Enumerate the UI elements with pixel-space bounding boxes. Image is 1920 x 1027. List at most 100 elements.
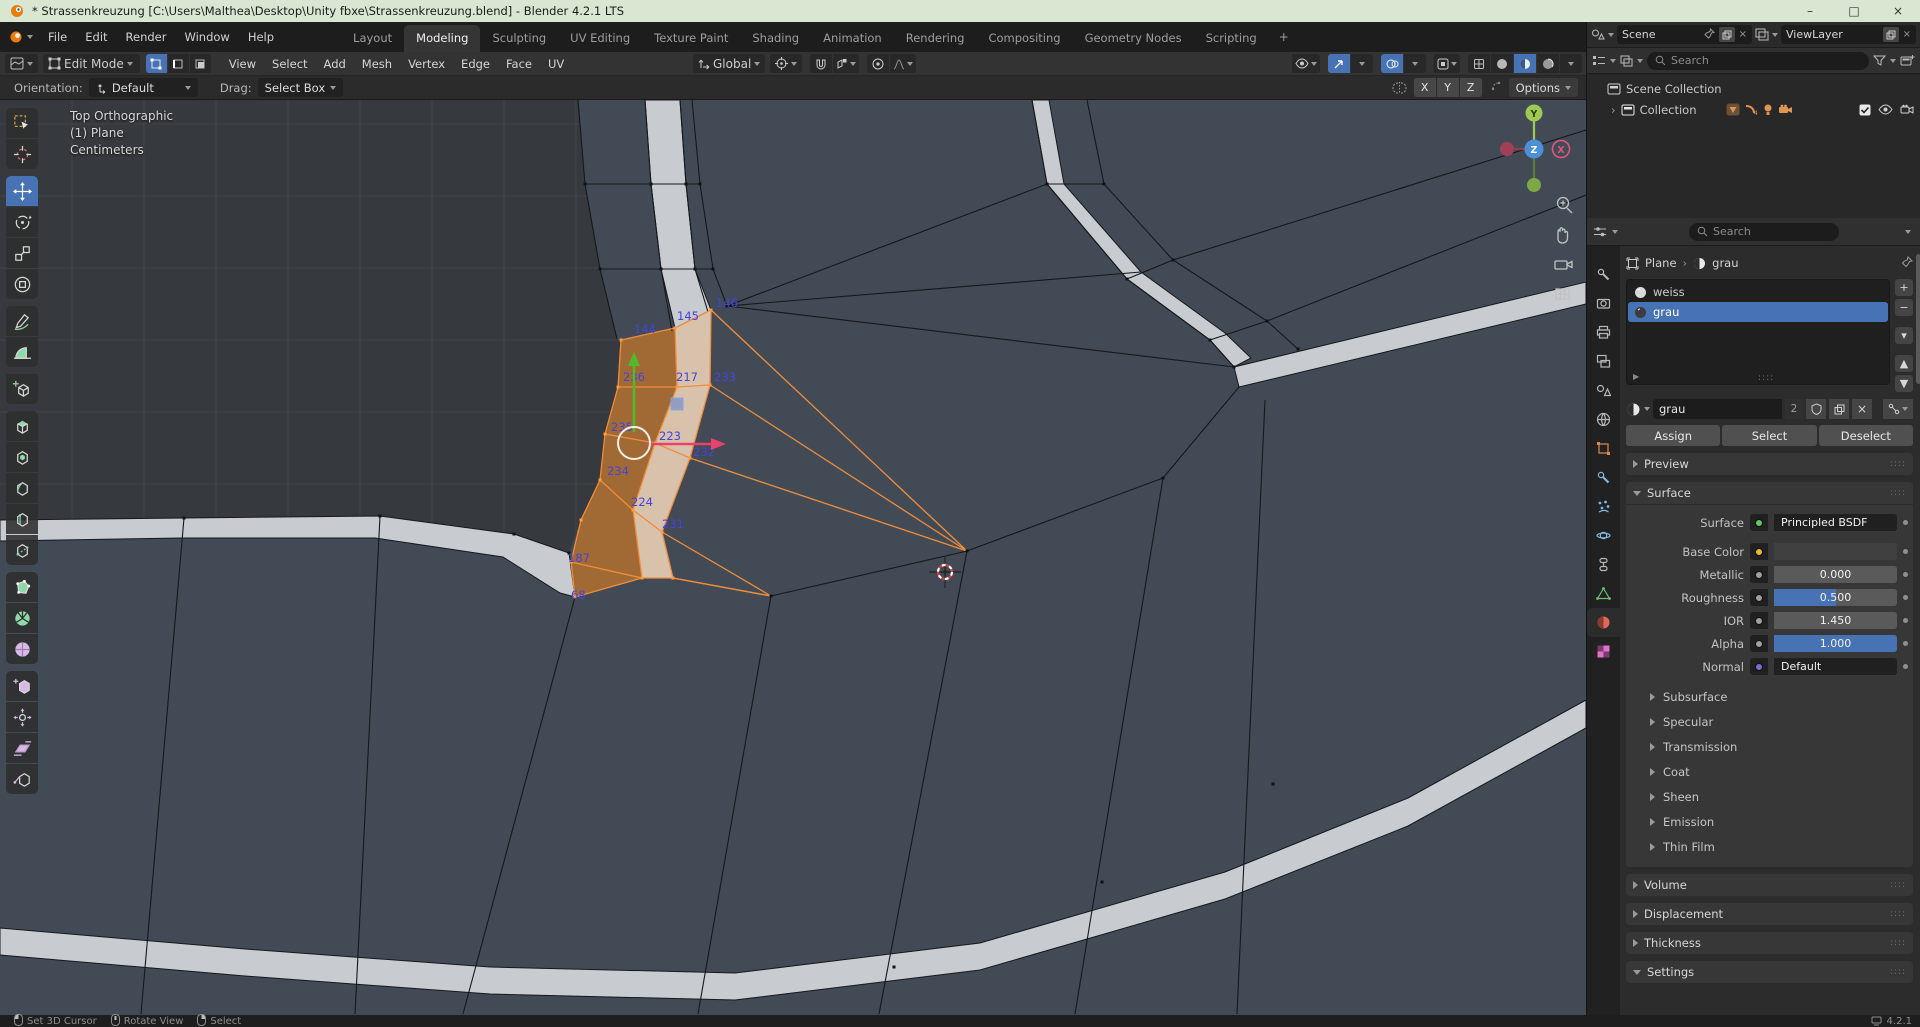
maximize-button[interactable]: □ (1832, 0, 1876, 22)
menu-window[interactable]: Window (175, 26, 238, 48)
tab-uv-editing[interactable]: UV Editing (558, 25, 642, 52)
slot-specials-button[interactable]: ▾ (1895, 327, 1913, 344)
tool-inset-faces[interactable] (6, 442, 38, 472)
tab-geometry-nodes[interactable]: Geometry Nodes (1073, 25, 1194, 52)
viewport-menu-add[interactable]: Add (316, 54, 354, 74)
tool-scale[interactable] (6, 238, 38, 268)
browse-material-icon[interactable] (1626, 402, 1641, 417)
move-slot-down-button[interactable]: ▼ (1895, 375, 1913, 392)
tool-shrink-fatten[interactable] (6, 702, 38, 732)
fake-user-shield-button[interactable] (1806, 399, 1826, 419)
add-workspace-button[interactable]: + (1269, 26, 1299, 48)
tool-rip-region[interactable] (6, 764, 38, 794)
surface-dropdown[interactable]: Principled BSDF (1774, 514, 1897, 531)
tool-knife[interactable] (6, 535, 38, 565)
snap-toggle-button[interactable] (810, 54, 832, 73)
subpanel-subsurface[interactable]: Subsurface (1626, 684, 1909, 709)
unlink-material-button[interactable]: × (1852, 399, 1872, 419)
face-select-button[interactable] (190, 54, 211, 73)
pin-id-icon[interactable] (1901, 256, 1913, 271)
editor-type-button[interactable] (5, 54, 38, 73)
breadcrumb-object[interactable]: Plane (1645, 256, 1677, 270)
viewport-menu-vertex[interactable]: Vertex (400, 54, 453, 74)
show-overlays-button[interactable] (1381, 54, 1403, 73)
surface-panel-header[interactable]: Surface:::: (1626, 482, 1913, 504)
socket-icon[interactable] (1750, 589, 1768, 606)
options-dropdown[interactable]: Options (1509, 78, 1578, 97)
base-color-swatch[interactable] (1774, 543, 1897, 560)
panel-settings[interactable]: Settings:::: (1626, 961, 1913, 983)
edge-select-button[interactable] (168, 54, 189, 73)
move-slot-up-button[interactable]: ▲ (1895, 355, 1913, 372)
vertex-select-button[interactable] (146, 54, 167, 73)
tab-animation[interactable]: Animation (811, 25, 894, 52)
material-name-field[interactable]: grau (1653, 399, 1782, 419)
tool-move[interactable] (6, 176, 38, 206)
tab-texture-paint[interactable]: Texture Paint (642, 25, 740, 52)
panel-thickness[interactable]: Thickness:::: (1626, 932, 1913, 954)
overlays-dropdown[interactable] (1404, 54, 1426, 73)
snap-base-icon[interactable] (1489, 80, 1503, 96)
breadcrumb-material[interactable]: grau (1712, 256, 1738, 270)
viewport-menu-edge[interactable]: Edge (453, 54, 498, 74)
tool-extrude-region[interactable] (6, 411, 38, 441)
tool-transform[interactable] (6, 269, 38, 299)
outliner-row-collection[interactable]: › Collection 4 (1587, 99, 1920, 120)
viewport-menu-uv[interactable]: UV (540, 54, 572, 74)
material-users-count[interactable]: 2 (1785, 399, 1803, 419)
properties-scrollbar[interactable] (1916, 254, 1920, 384)
assign-button[interactable]: Assign (1626, 425, 1720, 446)
shading-solid-button[interactable] (1491, 54, 1513, 73)
viewport-menu-mesh[interactable]: Mesh (354, 54, 400, 74)
viewport-menu-view[interactable]: View (221, 54, 264, 74)
gizmo-plane-handle[interactable] (671, 398, 683, 410)
outliner-filter-obj-icon[interactable] (1620, 55, 1633, 67)
add-slot-button[interactable]: + (1895, 279, 1913, 296)
orientation-default-dropdown[interactable]: Default (89, 78, 198, 97)
slot-list-grip[interactable]: :::: (1758, 373, 1774, 383)
mirror-z-toggle[interactable]: Z (1460, 78, 1482, 97)
viewport-menu-select[interactable]: Select (264, 54, 315, 74)
falloff-dropdown[interactable] (890, 54, 916, 73)
hide-eye-icon[interactable] (1878, 104, 1893, 115)
new-view-layer-button[interactable] (1883, 27, 1899, 42)
viewport-menu-face[interactable]: Face (498, 54, 540, 74)
tab-sculpting[interactable]: Sculpting (480, 25, 558, 52)
tab-compositing[interactable]: Compositing (976, 25, 1072, 52)
minimize-button[interactable]: – (1788, 0, 1832, 22)
tool-spin[interactable] (6, 603, 38, 633)
shading-material-button[interactable] (1514, 54, 1536, 73)
socket-icon[interactable] (1750, 543, 1768, 560)
unlink-scene-button[interactable]: × (1739, 29, 1747, 40)
axis-y-negative[interactable] (1527, 178, 1541, 192)
subpanel-thin-film[interactable]: Thin Film (1626, 834, 1909, 859)
properties-tab-particles[interactable] (1587, 492, 1620, 521)
properties-tab-render[interactable] (1587, 289, 1620, 318)
normal-dropdown[interactable]: Default (1774, 658, 1897, 675)
animate-dot[interactable] (1903, 572, 1908, 577)
tool-measure[interactable] (6, 337, 38, 367)
properties-tab-object[interactable] (1587, 434, 1620, 463)
tool-annotate[interactable] (6, 306, 38, 336)
preview-panel-header[interactable]: Preview:::: (1626, 453, 1913, 475)
tab-modeling[interactable]: Modeling (404, 25, 480, 52)
metallic-slider[interactable]: 0.000 (1774, 566, 1897, 583)
blender-menu-icon[interactable] (8, 30, 33, 44)
tool-cursor[interactable] (6, 139, 38, 169)
menu-help[interactable]: Help (239, 26, 283, 48)
proportional-edit-button[interactable] (867, 54, 889, 73)
shading-rendered-button[interactable] (1537, 54, 1559, 73)
new-scene-button[interactable] (1719, 27, 1735, 42)
visibility-dropdown[interactable] (1292, 54, 1320, 73)
outliner-display-mode-icon[interactable] (1592, 55, 1606, 67)
pin-icon[interactable] (1704, 28, 1715, 42)
filter-funnel-icon[interactable] (1873, 55, 1886, 67)
tab-layout[interactable]: Layout (341, 25, 404, 52)
pivot-point-dropdown[interactable] (770, 54, 802, 73)
properties-tab-object-data[interactable] (1587, 579, 1620, 608)
remove-view-layer-button[interactable]: × (1903, 29, 1911, 40)
tool-smooth[interactable] (6, 634, 38, 664)
snap-with-dropdown[interactable] (833, 54, 859, 73)
xray-toggle-button[interactable] (1434, 54, 1460, 73)
tool-rotate[interactable] (6, 207, 38, 237)
